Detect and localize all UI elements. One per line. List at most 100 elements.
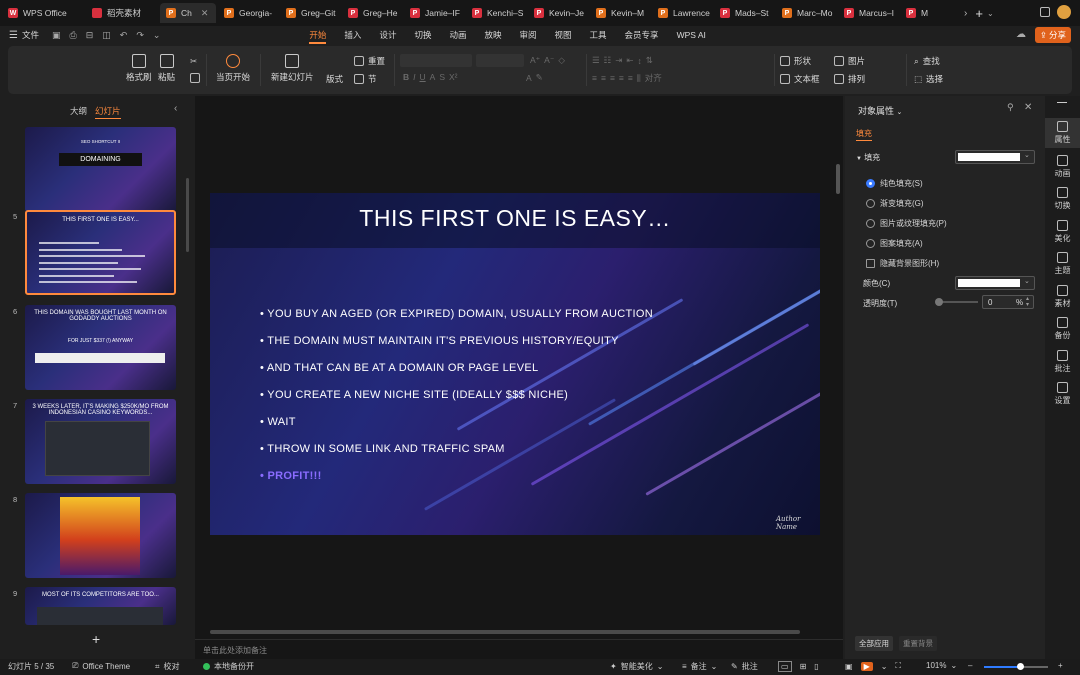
- redo-icon[interactable]: ↷: [136, 30, 144, 41]
- reading-view-icon[interactable]: ▯: [814, 662, 818, 671]
- new-tab-button[interactable]: +: [975, 6, 983, 21]
- window-restore-icon[interactable]: [1040, 7, 1050, 17]
- fill-color-picker[interactable]: ⌄: [955, 150, 1035, 164]
- sidebar-item-4[interactable]: 主题: [1045, 252, 1080, 276]
- collapse-pane-icon[interactable]: ‹: [174, 103, 177, 114]
- slider-knob[interactable]: [935, 298, 943, 306]
- font-name-select[interactable]: [400, 54, 472, 67]
- slide-bullet[interactable]: • AND THAT CAN BE AT A DOMAIN OR PAGE LE…: [260, 362, 538, 374]
- sidebar-item-5[interactable]: 素材: [1045, 284, 1080, 309]
- option-solid-fill[interactable]: 纯色填充(S): [866, 178, 923, 189]
- print-icon[interactable]: ⊟: [86, 30, 94, 41]
- undo-icon[interactable]: ↶: [120, 30, 128, 41]
- horizontal-scrollbar[interactable]: [210, 630, 800, 634]
- apply-all-button[interactable]: 全部应用: [855, 636, 893, 651]
- slide-thumbnail[interactable]: THIS DOMAIN WAS BOUGHT LAST MONTH ON GOD…: [25, 305, 176, 390]
- proofing-button[interactable]: ⌗ 校对: [155, 661, 180, 672]
- slide-bullet[interactable]: • YOU CREATE A NEW NICHE SITE (IDEALLY $…: [260, 389, 568, 401]
- menu-6[interactable]: 审阅: [511, 26, 546, 44]
- paragraph-buttons-bottom[interactable]: ≡ ≡ ≡ ≡ ≡ ⫼ 对齐: [592, 72, 662, 84]
- picture-button[interactable]: 图片: [834, 55, 865, 67]
- slide-title[interactable]: THIS FIRST ONE IS EASY…: [210, 205, 820, 232]
- sorter-view-icon[interactable]: ⊞: [800, 662, 807, 671]
- theme-indicator[interactable]: ⎚ Office Theme: [72, 661, 130, 671]
- font-size-select[interactable]: [476, 54, 524, 67]
- slide-bullet[interactable]: • THROW IN SOME LINK AND TRAFFIC SPAM: [260, 443, 505, 455]
- export-icon[interactable]: ⎙: [70, 30, 77, 41]
- tab-outline[interactable]: 大纲: [70, 105, 87, 117]
- menu-3[interactable]: 切换: [405, 26, 440, 44]
- option-gradient-fill[interactable]: 渐变填充(G): [866, 198, 924, 209]
- slide-thumbnail[interactable]: SEO SHORTCUT II DOMAINING: [25, 127, 176, 212]
- vertical-scrollbar[interactable]: [836, 164, 840, 194]
- slide-thumbnail[interactable]: 3 WEEKS LATER, IT'S MAKING $250K/MO FROM…: [25, 399, 176, 484]
- cloud-icon[interactable]: ☁: [1016, 29, 1026, 40]
- tab-list-icon[interactable]: ⌄: [987, 9, 994, 18]
- new-slide-button[interactable]: 新建幻灯片: [271, 54, 314, 83]
- tab-13[interactable]: P Marcus–I: [838, 3, 898, 23]
- find-button[interactable]: ⌕ 查找: [914, 55, 940, 67]
- slide-bullet[interactable]: • THE DOMAIN MUST MAINTAIN IT'S PREVIOUS…: [260, 335, 619, 347]
- layout-button[interactable]: 版式: [326, 73, 343, 85]
- paragraph-buttons-top[interactable]: ☰ ☷ ⇥ ⇤ ↕ ⇅: [592, 55, 653, 66]
- minimize-icon[interactable]: [1057, 102, 1067, 103]
- normal-view-icon[interactable]: ▭: [778, 661, 792, 672]
- sidebar-item-7[interactable]: 批注: [1045, 349, 1080, 374]
- tab-5[interactable]: P Greg–He: [342, 3, 402, 23]
- zoom-in-button[interactable]: +: [1058, 661, 1063, 670]
- fit-window-icon[interactable]: ⛶: [895, 661, 901, 671]
- presenter-icon[interactable]: ▣: [845, 662, 853, 671]
- zoom-slider[interactable]: [984, 663, 1048, 670]
- reset-button[interactable]: 重置: [354, 55, 385, 67]
- zoom-level[interactable]: 101% ⌄: [926, 661, 957, 670]
- fill-group-header[interactable]: ▼ 填充: [856, 152, 880, 163]
- playback-buttons[interactable]: ▣ ▶ ⌄ ⛶: [845, 661, 901, 671]
- stepper-icon[interactable]: ▴ ▾: [1026, 296, 1029, 308]
- sidebar-item-0[interactable]: 属性: [1045, 118, 1080, 148]
- shape-button[interactable]: 形状: [780, 55, 811, 67]
- slide-bullet[interactable]: • YOU BUY AN AGED (OR EXPIRED) DOMAIN, U…: [260, 308, 653, 320]
- slide-bullet-highlight[interactable]: • PROFIT!!!: [260, 470, 322, 482]
- section-button[interactable]: 节: [354, 73, 377, 85]
- tab-9[interactable]: P Kevin–M: [590, 3, 650, 23]
- pin-icon[interactable]: ⚲: [1007, 102, 1014, 113]
- view-buttons[interactable]: ▭ ⊞ ▯: [778, 661, 819, 672]
- menu-8[interactable]: 工具: [581, 26, 616, 44]
- notes-area[interactable]: 单击此处添加备注: [195, 639, 843, 659]
- cut-button[interactable]: ✂: [190, 56, 197, 67]
- zoom-out-button[interactable]: –: [968, 661, 972, 670]
- sidebar-item-2[interactable]: 切换: [1045, 187, 1080, 211]
- preview-icon[interactable]: ◫: [102, 30, 111, 41]
- textbox-button[interactable]: 文本框: [780, 73, 820, 85]
- slide-thumbnail[interactable]: [25, 493, 176, 578]
- slide-thumbnail[interactable]: THIS FIRST ONE IS EASY...: [25, 210, 176, 295]
- tab-3[interactable]: P Georgia-: [218, 3, 278, 23]
- zoom-slider-knob[interactable]: [1016, 663, 1024, 670]
- sidebar-item-1[interactable]: 动画: [1045, 154, 1080, 179]
- comments-button[interactable]: ✎ 批注: [731, 661, 758, 672]
- menu-10[interactable]: WPS AI: [668, 26, 715, 44]
- paste-button[interactable]: 粘贴: [158, 54, 175, 83]
- account-avatar[interactable]: [1057, 5, 1071, 19]
- transparency-slider[interactable]: [935, 298, 978, 306]
- sidebar-item-8[interactable]: 设置: [1045, 382, 1080, 406]
- tab-14[interactable]: PM: [900, 3, 960, 23]
- play-slideshow-icon[interactable]: ▶: [860, 661, 873, 671]
- option-pattern-fill[interactable]: 图案填充(A): [866, 238, 923, 249]
- current-slide[interactable]: THIS FIRST ONE IS EASY… Author Name • YO…: [210, 193, 820, 535]
- pane-title[interactable]: 对象属性 ⌄: [858, 104, 902, 117]
- hide-background-checkbox[interactable]: 隐藏背景图形(H): [866, 258, 939, 269]
- add-slide-button[interactable]: +: [92, 631, 100, 647]
- font-color-buttons[interactable]: A ✎: [526, 72, 543, 83]
- tab-10[interactable]: P Lawrence: [652, 3, 712, 23]
- hamburger-icon[interactable]: ☰: [9, 30, 18, 41]
- tab-6[interactable]: P Jamie–IF: [404, 3, 464, 23]
- sidebar-item-6[interactable]: 备份: [1045, 317, 1080, 341]
- tab-slides[interactable]: 幻灯片: [95, 105, 121, 119]
- smart-beautify-button[interactable]: ✦ 智能美化 ⌄: [610, 661, 663, 672]
- sidebar-item-3[interactable]: 美化: [1045, 219, 1080, 244]
- option-picture-fill[interactable]: 图片或纹理填充(P): [866, 218, 947, 229]
- share-button[interactable]: ⇪ 分享: [1035, 27, 1071, 43]
- transparency-input[interactable]: 0 % ▴ ▾: [982, 295, 1034, 309]
- menu-file[interactable]: 文件: [18, 26, 48, 44]
